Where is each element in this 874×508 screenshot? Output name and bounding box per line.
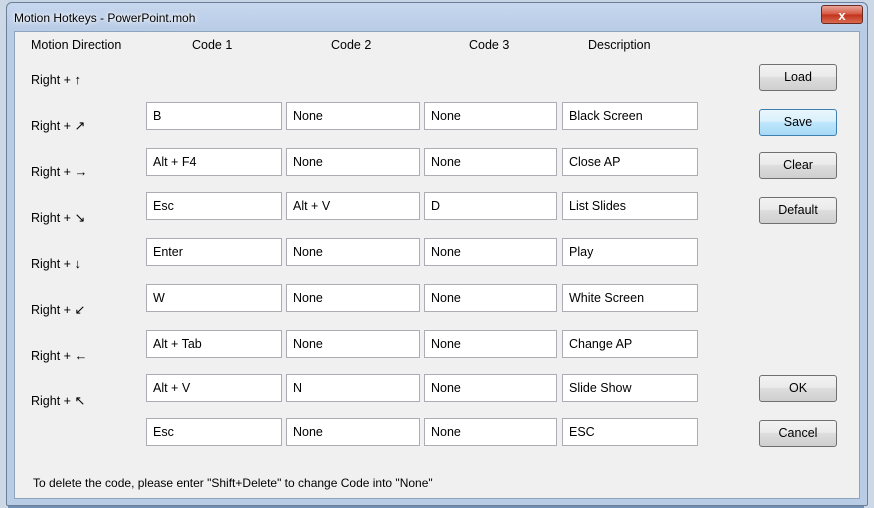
arrow-right-icon: → xyxy=(74,164,88,179)
description-input-down[interactable] xyxy=(562,284,698,312)
code3-input-left[interactable] xyxy=(424,374,557,402)
arrow-up-left-icon: ↖ xyxy=(74,393,86,408)
arrow-up-right-icon: ↗ xyxy=(74,118,86,133)
code1-input-up-left[interactable] xyxy=(146,418,282,446)
ok-button[interactable]: OK xyxy=(759,375,837,402)
cancel-button[interactable]: Cancel xyxy=(759,420,837,447)
code1-input-up[interactable] xyxy=(146,102,282,130)
code2-input-down-right[interactable] xyxy=(286,238,420,266)
header-code-3: Code 3 xyxy=(469,38,510,52)
code3-input-up[interactable] xyxy=(424,102,557,130)
arrow-down-right-icon: ↘ xyxy=(74,210,86,225)
load-button[interactable]: Load xyxy=(759,64,837,91)
description-input-up-right[interactable] xyxy=(562,148,698,176)
description-input-down-left[interactable] xyxy=(562,330,698,358)
default-button[interactable]: Default xyxy=(759,197,837,224)
header-motion-direction: Motion Direction xyxy=(31,38,122,52)
header-code-1: Code 1 xyxy=(192,38,233,52)
direction-label-up-left: Right + ↖ xyxy=(31,393,86,408)
description-input-up[interactable] xyxy=(562,102,698,130)
code3-input-right[interactable] xyxy=(424,192,557,220)
arrow-left-icon: ← xyxy=(74,348,88,363)
code1-input-down-left[interactable] xyxy=(146,330,282,358)
close-icon: x xyxy=(838,8,846,23)
description-input-down-right[interactable] xyxy=(562,238,698,266)
code1-input-down[interactable] xyxy=(146,284,282,312)
save-button[interactable]: Save xyxy=(759,109,837,136)
code2-input-down[interactable] xyxy=(286,284,420,312)
arrow-up-icon: ↑ xyxy=(74,72,81,87)
description-input-left[interactable] xyxy=(562,374,698,402)
code1-input-left[interactable] xyxy=(146,374,282,402)
code2-input-up[interactable] xyxy=(286,102,420,130)
direction-label-down: Right + ↓ xyxy=(31,256,81,271)
direction-label-up: Right + ↑ xyxy=(31,72,81,87)
code3-input-up-left[interactable] xyxy=(424,418,557,446)
description-input-right[interactable] xyxy=(562,192,698,220)
direction-label-up-right: Right + ↗ xyxy=(31,118,86,133)
code3-input-down-right[interactable] xyxy=(424,238,557,266)
code3-input-up-right[interactable] xyxy=(424,148,557,176)
header-description: Description xyxy=(588,38,651,52)
code3-input-down-left[interactable] xyxy=(424,330,557,358)
code2-input-up-right[interactable] xyxy=(286,148,420,176)
direction-label-down-right: Right + ↘ xyxy=(31,210,86,225)
arrow-down-left-icon: ↙ xyxy=(74,302,86,317)
code1-input-up-right[interactable] xyxy=(146,148,282,176)
window-title: Motion Hotkeys - PowerPoint.moh xyxy=(14,11,196,25)
close-button[interactable]: x xyxy=(821,5,863,24)
arrow-down-icon: ↓ xyxy=(74,256,81,271)
description-input-up-left[interactable] xyxy=(562,418,698,446)
code1-input-down-right[interactable] xyxy=(146,238,282,266)
code3-input-down[interactable] xyxy=(424,284,557,312)
delete-instructions-note: To delete the code, please enter "Shift+… xyxy=(33,476,433,490)
clear-button[interactable]: Clear xyxy=(759,152,837,179)
direction-label-right: Right + → xyxy=(31,164,88,179)
code2-input-up-left[interactable] xyxy=(286,418,420,446)
title-bar[interactable]: Motion Hotkeys - PowerPoint.moh x xyxy=(7,3,867,31)
code2-input-left[interactable] xyxy=(286,374,420,402)
direction-label-left: Right + ← xyxy=(31,348,88,363)
motion-hotkeys-dialog: Motion Hotkeys - PowerPoint.moh x Motion… xyxy=(6,2,868,506)
code2-input-down-left[interactable] xyxy=(286,330,420,358)
header-code-2: Code 2 xyxy=(331,38,372,52)
code1-input-right[interactable] xyxy=(146,192,282,220)
dialog-body: Motion Direction Code 1 Code 2 Code 3 De… xyxy=(14,31,860,499)
code2-input-right[interactable] xyxy=(286,192,420,220)
direction-label-down-left: Right + ↙ xyxy=(31,302,86,317)
